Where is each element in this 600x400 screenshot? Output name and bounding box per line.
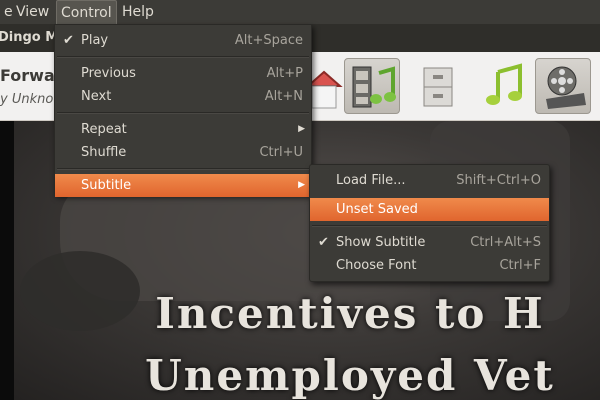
subtitle-submenu: Load File... Shift+Ctrl+O Unset Saved ✔ … <box>309 164 550 282</box>
music-video-icon <box>352 66 396 108</box>
music-note-icon <box>486 63 522 105</box>
submenu-arrow-icon: ▶ <box>298 180 305 190</box>
menu-item-subtitle[interactable]: Subtitle ▶ <box>55 174 311 197</box>
menu-item-previous[interactable]: Previous Alt+P <box>55 62 311 85</box>
music-video-button[interactable] <box>344 58 400 114</box>
film-reel-icon <box>546 66 586 109</box>
menu-item-choose-font[interactable]: Choose Font Ctrl+F <box>310 254 549 277</box>
check-icon: ✔ <box>63 33 74 48</box>
menu-item-play[interactable]: ✔ Play Alt+Space <box>55 29 311 52</box>
video-button[interactable] <box>535 58 591 114</box>
video-caption-line2: Unemployed Vet <box>145 351 555 400</box>
menu-item-unset-saved[interactable]: Unset Saved <box>310 198 549 221</box>
music-button[interactable] <box>476 58 532 114</box>
menu-separator <box>312 225 547 227</box>
menu-item-shuffle[interactable]: Shuffle Ctrl+U <box>55 141 311 164</box>
menu-separator <box>57 56 309 58</box>
menu-item-show-subtitle[interactable]: ✔ Show Subtitle Ctrl+Alt+S <box>310 231 549 254</box>
video-caption-line1: Incentives to H <box>155 289 545 338</box>
menu-item-load-file[interactable]: Load File... Shift+Ctrl+O <box>310 169 549 192</box>
cabinet-icon <box>423 67 453 107</box>
control-menu: ✔ Play Alt+Space Previous Alt+P Next Alt… <box>54 24 312 197</box>
menu-separator <box>57 168 309 170</box>
menu-help[interactable]: Help <box>118 0 158 24</box>
menu-bar: e View Control Help <box>0 0 600 24</box>
submenu-arrow-icon: ▶ <box>298 124 305 134</box>
check-icon: ✔ <box>318 235 329 250</box>
menu-separator <box>57 112 309 114</box>
cabinet-button[interactable] <box>410 58 466 114</box>
menu-item-repeat[interactable]: Repeat ▶ <box>55 118 311 141</box>
menu-item-next[interactable]: Next Alt+N <box>55 85 311 108</box>
menu-view[interactable]: View <box>12 0 53 24</box>
menu-control[interactable]: Control <box>56 0 117 24</box>
song-artist: y Unkno <box>0 92 54 107</box>
